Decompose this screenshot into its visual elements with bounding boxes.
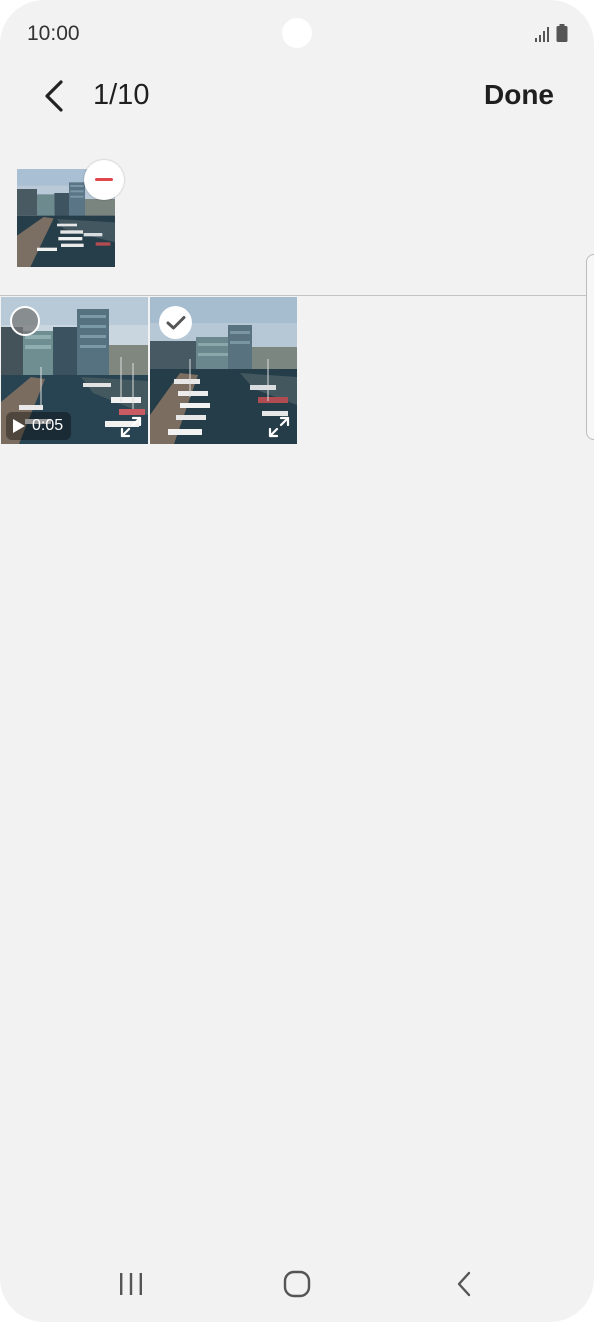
play-icon xyxy=(13,419,25,433)
expand-icon[interactable] xyxy=(119,415,143,439)
back-icon xyxy=(457,1271,471,1297)
remove-button[interactable] xyxy=(84,160,124,200)
phone-screen: 10:00 1/10 Done 0:05 xyxy=(0,0,594,1322)
grid-item-image[interactable] xyxy=(150,297,297,444)
status-bar: 10:00 xyxy=(0,0,594,66)
select-circle[interactable] xyxy=(10,306,40,336)
navigation-bar xyxy=(0,1250,594,1322)
video-duration-badge: 0:05 xyxy=(6,412,72,440)
done-button[interactable]: Done xyxy=(484,79,554,111)
home-icon xyxy=(283,1270,311,1298)
app-header: 1/10 Done xyxy=(0,66,594,128)
scroll-handle[interactable] xyxy=(586,254,594,440)
status-time: 10:00 xyxy=(27,22,80,45)
tray-divider xyxy=(0,295,594,296)
recent-apps-icon xyxy=(120,1273,142,1295)
back-button[interactable] xyxy=(36,78,72,114)
selection-counter: 1/10 xyxy=(93,79,150,111)
signal-icon xyxy=(535,27,549,42)
video-duration: 0:05 xyxy=(32,417,64,434)
home-button[interactable] xyxy=(273,1264,321,1304)
camera-cutout xyxy=(282,18,312,48)
selected-check[interactable] xyxy=(159,306,192,339)
checkmark-icon xyxy=(166,315,185,329)
back-arrow-icon xyxy=(45,80,63,112)
recent-apps-button[interactable] xyxy=(107,1264,155,1304)
expand-icon[interactable] xyxy=(267,415,291,439)
nav-back-button[interactable] xyxy=(440,1264,488,1304)
minus-icon xyxy=(95,178,113,181)
status-icons xyxy=(534,24,568,42)
battery-icon xyxy=(556,24,568,42)
